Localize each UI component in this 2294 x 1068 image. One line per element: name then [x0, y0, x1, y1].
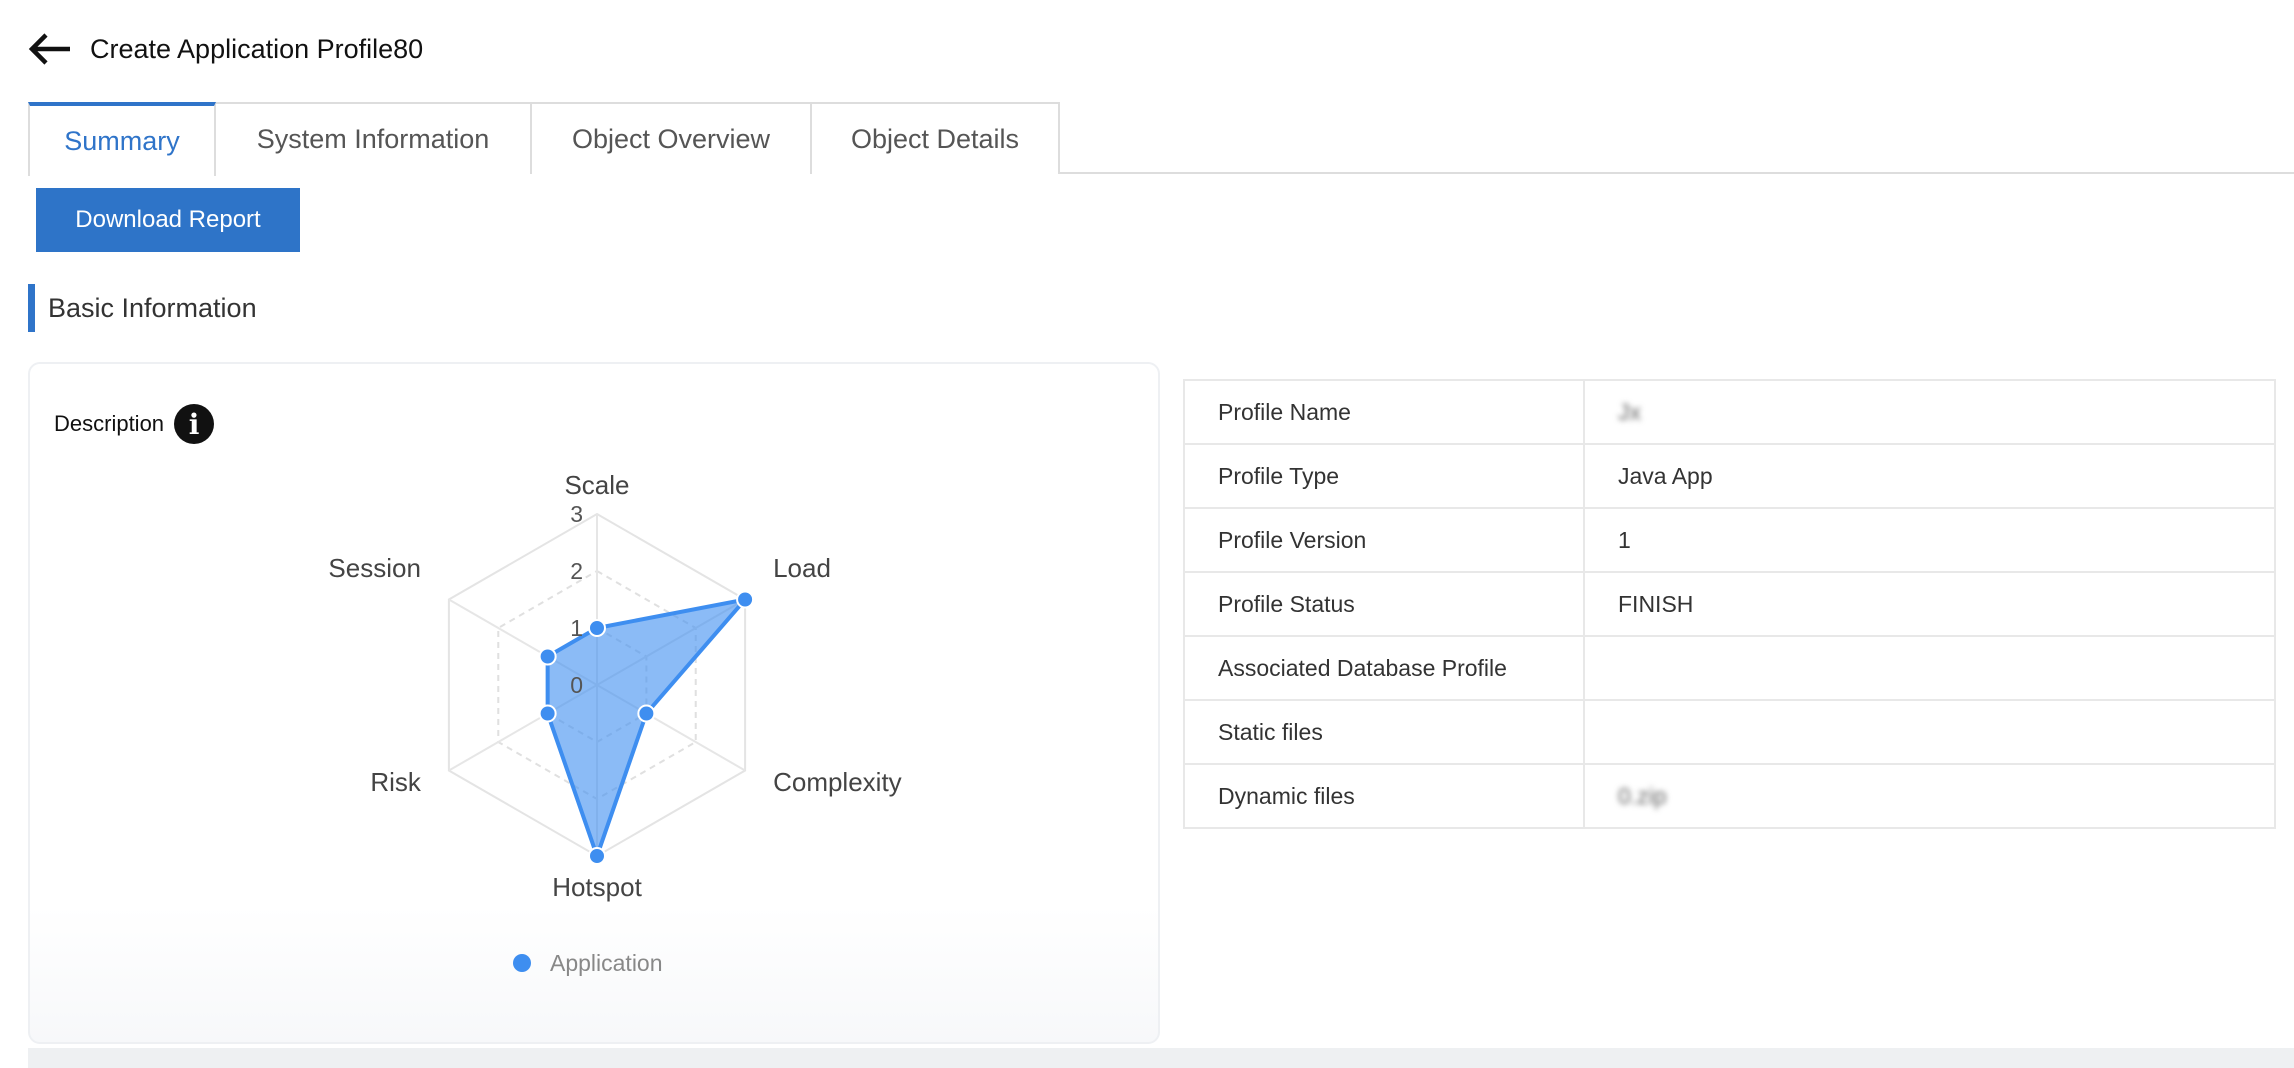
- row-key: Dynamic files: [1183, 763, 1585, 829]
- axis-label: Scale: [564, 470, 629, 500]
- table-row: Dynamic files 0.zip: [1183, 763, 2276, 829]
- row-value: [1583, 699, 2276, 765]
- section-title: Basic Information: [28, 284, 257, 332]
- row-value: [1583, 635, 2276, 701]
- tab-summary[interactable]: Summary: [28, 102, 216, 176]
- row-value: FINISH: [1583, 571, 2276, 637]
- row-key: Profile Type: [1183, 443, 1585, 509]
- page-title: Create Application Profile80: [90, 33, 424, 64]
- data-point: [588, 619, 606, 637]
- legend-marker: [513, 954, 531, 972]
- axis-label: Session: [328, 553, 421, 583]
- tick-label: 3: [570, 501, 583, 527]
- data-point: [736, 590, 755, 609]
- row-value-text: Java App: [1618, 462, 1713, 489]
- data-point: [538, 704, 557, 723]
- row-value: 1: [1583, 507, 2276, 573]
- tick-label: 1: [570, 615, 583, 641]
- data-point: [637, 704, 656, 723]
- tick-label: 2: [570, 558, 583, 584]
- axis-label: Hotspot: [552, 872, 642, 902]
- row-key: Profile Status: [1183, 571, 1585, 637]
- axis-label: Complexity: [773, 767, 902, 797]
- row-key: Profile Name: [1183, 379, 1585, 445]
- radar-chart: 0 1 2 3Scale Load Complexity Hotspot Risk Sessio…: [328, 470, 902, 976]
- row-key: Static files: [1183, 699, 1585, 765]
- table-row: Profile Status FINISH: [1183, 571, 2276, 637]
- tab-system-information[interactable]: System Information: [216, 102, 532, 174]
- table-row: Profile Name Jx: [1183, 379, 2276, 445]
- row-value-text: FINISH: [1618, 590, 1694, 617]
- table-row: Associated Database Profile: [1183, 635, 2276, 701]
- legend-label: Application: [550, 950, 663, 976]
- table-row: Profile Version 1: [1183, 507, 2276, 573]
- table-row: Static files: [1183, 699, 2276, 765]
- tab-object-overview[interactable]: Object Overview: [532, 102, 812, 174]
- tick-label: 0: [570, 672, 583, 698]
- bottom-scrollbar[interactable]: [28, 1048, 2294, 1068]
- row-value-text: 0.zip: [1618, 782, 1667, 809]
- back-arrow-icon[interactable]: [28, 31, 72, 67]
- axis-label: Load: [773, 553, 831, 583]
- row-value-text: Jx: [1618, 398, 1641, 425]
- radar-card: Description i 0 1 2 3 Scale Load Complexity Hot…: [28, 362, 1160, 1044]
- info-table: Profile Name Jx Profile Type Java App Profil…: [1183, 379, 2276, 829]
- row-value: 0.zip: [1583, 763, 2276, 829]
- page-header: Create Application Profile80: [28, 28, 423, 70]
- row-value: Java App: [1583, 443, 2276, 509]
- axis-label: Risk: [370, 767, 422, 797]
- row-key: Profile Version: [1183, 507, 1585, 573]
- download-report-button[interactable]: Download Report: [36, 188, 300, 252]
- row-value: Jx: [1583, 379, 2276, 445]
- data-point: [538, 647, 557, 666]
- tab-bar: Summary System Information Object Overvi…: [28, 102, 2294, 176]
- row-key: Associated Database Profile: [1183, 635, 1585, 701]
- table-row: Profile Type Java App: [1183, 443, 2276, 509]
- tab-object-details[interactable]: Object Details: [812, 102, 1060, 174]
- data-point: [588, 847, 606, 865]
- row-value-text: 1: [1618, 526, 1631, 553]
